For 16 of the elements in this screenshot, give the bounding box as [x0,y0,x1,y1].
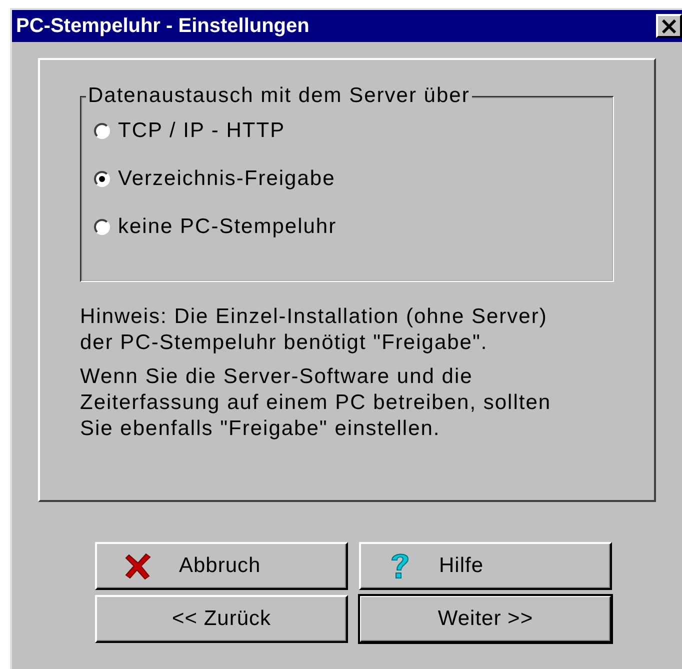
cancel-button[interactable]: Abbruch [95,542,348,590]
radio-label[interactable]: Verzeichnis-Freigabe [118,167,336,191]
radio-button[interactable] [94,171,110,187]
window-title: PC-Stempeluhr - Einstellungen [16,14,310,38]
nav-button[interactable]: << Zurück [95,595,348,643]
hint-text: Hinweis: Die Einzel-Installation (ohne Server) der PC-Stempeluhr benötigt "Freigabe". [80,304,548,356]
cross-icon [125,552,151,580]
help-button[interactable]: Hilfe [359,542,612,590]
radio-label[interactable]: keine PC-Stempeluhr [118,215,337,239]
hint-text: Wenn Sie die Server-Software und die Zeiterfassung auf einem PC betreiben, sollten Sie ebenfalls "Freigabe" einstellen. [80,364,552,442]
radio-label[interactable]: TCP / IP - HTTP [118,119,286,143]
nav-button[interactable]: Weiter >> [359,595,612,643]
radio-button[interactable] [94,123,110,139]
radio-button[interactable] [94,219,110,235]
close-button[interactable]: × [656,14,682,38]
question-icon [389,551,411,581]
